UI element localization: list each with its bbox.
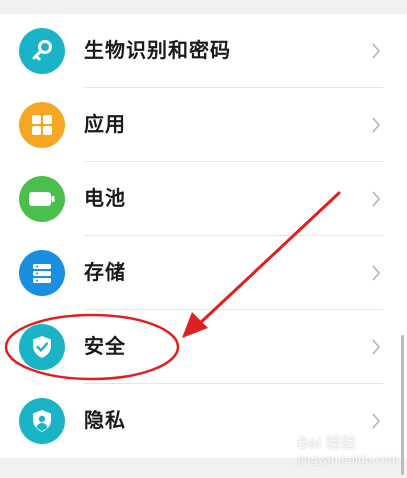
settings-item-biometrics-password[interactable]: 生物识别和密码: [0, 14, 407, 88]
chevron-right-icon: [372, 413, 381, 429]
settings-item-apps[interactable]: 应用: [0, 88, 407, 162]
chevron-right-icon: [372, 265, 381, 281]
watermark: Bai 经验 jingyan.baidu.com: [297, 432, 399, 466]
settings-item-storage[interactable]: 存储: [0, 236, 407, 310]
chevron-right-icon: [372, 43, 381, 59]
storage-icon: [19, 250, 65, 296]
settings-item-battery[interactable]: 电池: [0, 162, 407, 236]
settings-item-label: 存储: [84, 260, 126, 284]
settings-item-label: 应用: [84, 112, 126, 136]
chevron-right-icon: [372, 339, 381, 355]
battery-icon: [19, 176, 65, 222]
settings-item-security[interactable]: 安全: [0, 310, 407, 384]
chevron-right-icon: [372, 117, 381, 133]
privacy-icon: [19, 398, 65, 444]
chevron-right-icon: [372, 191, 381, 207]
settings-item-label: 安全: [84, 334, 126, 358]
shield-check-icon: [19, 324, 65, 370]
scrollbar[interactable]: [401, 335, 404, 475]
settings-list: 生物识别和密码 应用 电池 存储 安全 隐私: [0, 14, 407, 458]
watermark-subtext: jingyan.baidu.com: [297, 453, 399, 466]
settings-screen: 生物识别和密码 应用 电池 存储 安全 隐私 Bai 经验 jingyan.ba…: [0, 0, 407, 478]
settings-item-label: 生物识别和密码: [84, 38, 231, 62]
settings-item-label: 电池: [84, 186, 126, 210]
apps-grid-icon: [19, 102, 65, 148]
watermark-text: Bai 经验: [297, 434, 356, 452]
settings-item-label: 隐私: [84, 408, 126, 432]
key-icon: [19, 28, 65, 74]
